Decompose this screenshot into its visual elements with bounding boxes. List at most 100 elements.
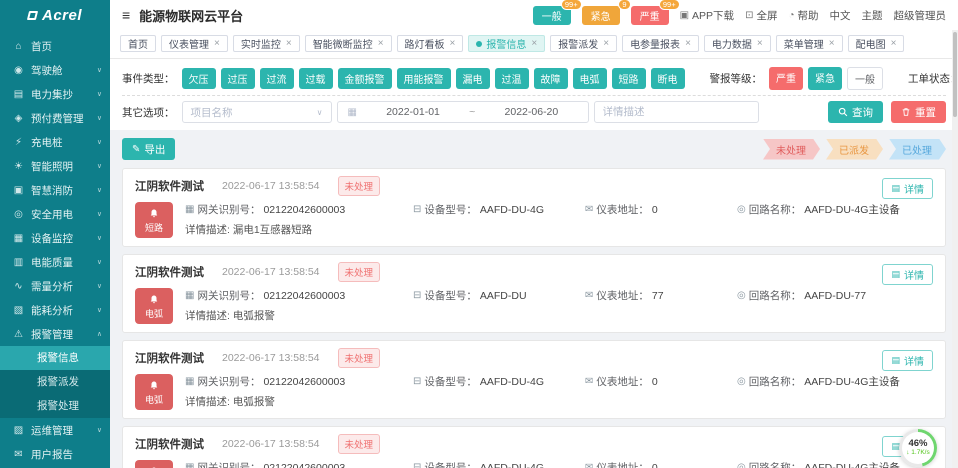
description-input[interactable] <box>594 101 759 123</box>
header-link-帮助[interactable]: ◔帮助 <box>788 8 818 23</box>
legend-已处理[interactable]: 已处理 <box>889 139 946 160</box>
sidebar-subitem-报警信息[interactable]: 报警信息 <box>0 346 110 370</box>
event-type-故障[interactable]: 故障 <box>534 68 568 89</box>
close-icon[interactable]: × <box>450 38 456 49</box>
close-icon[interactable]: × <box>757 38 763 49</box>
alarm-badge-严重[interactable]: 严重99+ <box>631 6 669 25</box>
tab-菜单管理[interactable]: 菜单管理× <box>776 35 843 52</box>
event-type-用能报警[interactable]: 用能报警 <box>397 68 451 89</box>
scrollbar-thumb[interactable] <box>953 32 957 117</box>
sidebar-item-运维管理[interactable]: ▨运维管理∨ <box>0 418 110 442</box>
sidebar-item-智慧消防[interactable]: ▣智慧消防∨ <box>0 178 110 202</box>
close-icon[interactable]: × <box>531 38 537 49</box>
description-label: 详情描述: <box>185 396 233 408</box>
gateway-label: 网关识别号： <box>197 460 260 468</box>
event-type-金额报警[interactable]: 金额报警 <box>338 68 392 89</box>
address-field: ✉仪表地址：0 <box>585 374 737 389</box>
legend-已派发[interactable]: 已派发 <box>826 139 883 160</box>
event-type-过流[interactable]: 过流 <box>260 68 294 89</box>
network-monitor-widget[interactable]: 46% ↓ 1.7K/s <box>899 429 937 467</box>
link-label: 主题 <box>862 8 883 23</box>
close-icon[interactable]: × <box>378 38 384 49</box>
close-icon[interactable]: × <box>685 38 691 49</box>
detail-button[interactable]: ▤详情 <box>882 264 933 285</box>
chevron-icon: ∨ <box>97 258 102 266</box>
alarm-card-body: 故障▦网关识别号：02122042600003⊟设备型号：AAFD-DU-4G✉… <box>135 460 933 468</box>
tab-智能微断监控[interactable]: 智能微断监控× <box>305 35 392 52</box>
event-type-过载[interactable]: 过载 <box>299 68 333 89</box>
header-link-超级管理员[interactable]: 超级管理员 <box>894 8 947 23</box>
event-type-断电[interactable]: 断电 <box>651 68 685 89</box>
sidebar-item-驾驶舱[interactable]: ◉驾驶舱∨ <box>0 58 110 82</box>
tab-电参量报表[interactable]: 电参量报表× <box>622 35 699 52</box>
device-icon: ⊟ <box>413 376 421 387</box>
sidebar-item-电能质量[interactable]: ▥电能质量∨ <box>0 250 110 274</box>
gateway-icon: ▦ <box>185 376 194 387</box>
tab-报警派发[interactable]: 报警派发× <box>550 35 617 52</box>
bell-icon <box>148 208 160 223</box>
legend-未处理[interactable]: 未处理 <box>763 139 820 160</box>
event-type-过温[interactable]: 过温 <box>495 68 529 89</box>
close-icon[interactable]: × <box>286 38 292 49</box>
header-link-APP下载[interactable]: ▣APP下载 <box>680 8 734 23</box>
event-type-欠压[interactable]: 欠压 <box>182 68 216 89</box>
tab-实时监控[interactable]: 实时监控× <box>233 35 300 52</box>
tab-配电图[interactable]: 配电图 × <box>848 35 905 52</box>
sidebar-subitem-报警处理[interactable]: 报警处理 <box>0 394 110 418</box>
header-link-全屏[interactable]: ⊡全屏 <box>745 8 777 23</box>
close-icon[interactable]: × <box>891 38 897 49</box>
sidebar-item-充电桩[interactable]: ⚡充电桩∨ <box>0 130 110 154</box>
sidebar-item-预付费管理[interactable]: ◈预付费管理∨ <box>0 106 110 130</box>
status-tag: 未处理 <box>338 262 381 282</box>
tab-路灯看板[interactable]: 路灯看板× <box>397 35 464 52</box>
date-range-picker[interactable]: ▦ 2022-01-01 ~ 2022-06-20 <box>337 101 589 123</box>
alarm-level-严重[interactable]: 严重 <box>769 67 803 90</box>
menu-icon: ⚠ <box>12 329 25 340</box>
sidebar-item-安全用电[interactable]: ◎安全用电∨ <box>0 202 110 226</box>
alarm-time: 2022-06-17 13:58:54 <box>222 352 320 364</box>
sidebar-item-设备监控[interactable]: ▦设备监控∨ <box>0 226 110 250</box>
brand-logo: Acrel <box>0 0 110 30</box>
bell-icon <box>148 294 160 309</box>
menu-icon: ◈ <box>12 113 25 124</box>
search-button[interactable]: 查询 <box>828 101 883 123</box>
tab-电力数据[interactable]: 电力数据× <box>704 35 771 52</box>
sidebar-item-能耗分析[interactable]: ▧能耗分析∨ <box>0 298 110 322</box>
tab-报警信息[interactable]: 报警信息 × <box>468 35 545 52</box>
collapse-menu-icon[interactable]: ≡ <box>122 8 130 22</box>
project-select[interactable]: 项目名称 ∨ <box>182 101 332 123</box>
reset-button[interactable]: 重置 <box>891 101 946 123</box>
sidebar-item-报警管理[interactable]: ⚠报警管理∧ <box>0 322 110 346</box>
event-type-电弧[interactable]: 电弧 <box>573 68 607 89</box>
alarm-badge-紧急[interactable]: 紧急9 <box>582 6 620 25</box>
alarm-badge-一般[interactable]: 一般99+ <box>533 6 571 25</box>
network-percent: 46% <box>908 439 927 449</box>
sidebar-subitem-报警派发[interactable]: 报警派发 <box>0 370 110 394</box>
header-link-中文[interactable]: 中文 <box>830 8 851 23</box>
device-icon: ⊟ <box>413 290 421 301</box>
event-type-过压[interactable]: 过压 <box>221 68 255 89</box>
sidebar-item-用户报告[interactable]: ✉用户报告 <box>0 442 110 466</box>
detail-button[interactable]: ▤详情 <box>882 350 933 371</box>
gateway-field: ▦网关识别号：02122042600003 <box>185 460 413 468</box>
tab-仪表管理[interactable]: 仪表管理× <box>161 35 228 52</box>
tab-首页[interactable]: 首页 <box>120 35 156 52</box>
export-button[interactable]: ✎ 导出 <box>122 138 175 160</box>
sidebar-item-智能照明[interactable]: ☀智能照明∨ <box>0 154 110 178</box>
sidebar-item-首页[interactable]: ⌂首页 <box>0 34 110 58</box>
detail-button[interactable]: ▤详情 <box>882 178 933 199</box>
header-link-主题[interactable]: 主题 <box>862 8 883 23</box>
close-icon[interactable]: × <box>214 38 220 49</box>
event-type-漏电[interactable]: 漏电 <box>456 68 490 89</box>
close-icon[interactable]: × <box>603 38 609 49</box>
alarm-level-紧急[interactable]: 紧急 <box>808 67 842 90</box>
sidebar-item-label: 智能照明 <box>31 159 91 174</box>
alarm-level-一般[interactable]: 一般 <box>847 67 883 90</box>
sidebar-item-需量分析[interactable]: ∿需量分析∨ <box>0 274 110 298</box>
event-type-短路[interactable]: 短路 <box>612 68 646 89</box>
tab-label: 配电图 <box>856 36 886 51</box>
tab-label: 报警信息 <box>486 36 526 51</box>
alarm-info-line: ▦网关识别号：02122042600003⊟设备型号：AAFD-DU-4G✉仪表… <box>185 202 933 217</box>
close-icon[interactable]: × <box>829 38 835 49</box>
sidebar-item-电力集抄[interactable]: ▤电力集抄∨ <box>0 82 110 106</box>
